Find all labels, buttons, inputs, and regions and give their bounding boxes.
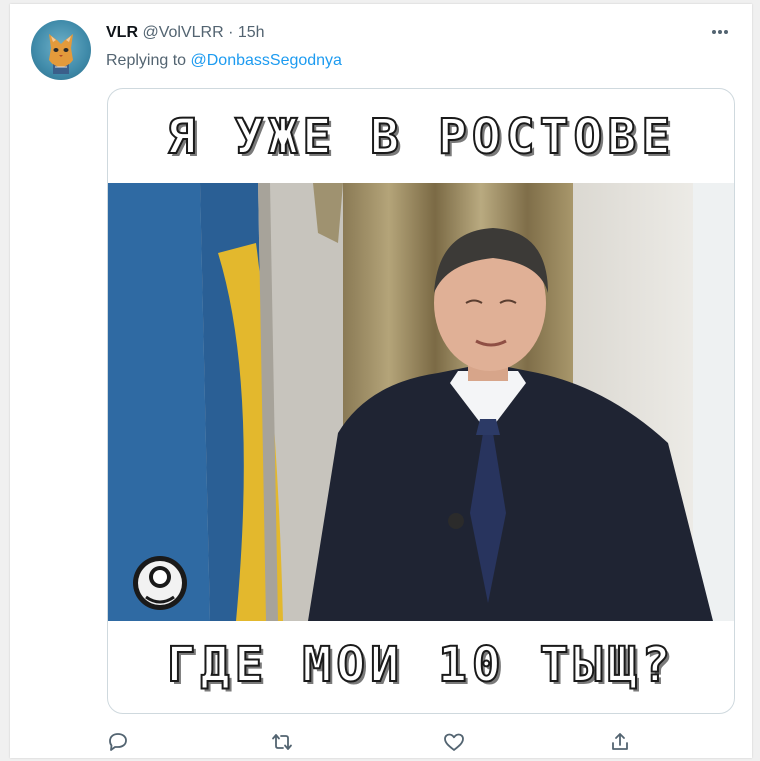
meme-photo [108, 183, 734, 621]
like-icon[interactable] [442, 730, 466, 754]
meme-bottom-caption: ГДЕ МОИ 10 ТЫЩ? [166, 636, 676, 694]
replying-to-mention[interactable]: @DonbassSegodnya [191, 52, 342, 69]
more-options-icon[interactable] [708, 22, 732, 42]
display-name[interactable]: VLR [106, 24, 138, 41]
replying-to-label: Replying to [106, 52, 187, 69]
tweet-media[interactable]: Я УЖЕ В РОСТОВЕ ГДЕ МОИ 10 ТЫЩ? [107, 88, 735, 714]
share-icon[interactable] [608, 730, 632, 754]
tweet-actions [106, 730, 636, 754]
retweet-icon[interactable] [270, 730, 294, 754]
meme-top-caption: Я УЖЕ В РОСТОВЕ [166, 108, 676, 166]
separator-dot: · [228, 24, 234, 41]
tweet-card[interactable]: VLR @VolVLRR · 15h Replying to @DonbassS… [10, 4, 752, 758]
user-handle[interactable]: @VolVLRR [142, 24, 223, 41]
avatar[interactable] [31, 20, 91, 80]
cat-avatar-illustration [49, 34, 73, 74]
replying-to-line: Replying to @DonbassSegodnya [106, 52, 342, 70]
reply-icon[interactable] [106, 730, 130, 754]
tweet-header: VLR @VolVLRR · 15h [106, 24, 265, 42]
tweet-timestamp[interactable]: 15h [238, 24, 265, 41]
